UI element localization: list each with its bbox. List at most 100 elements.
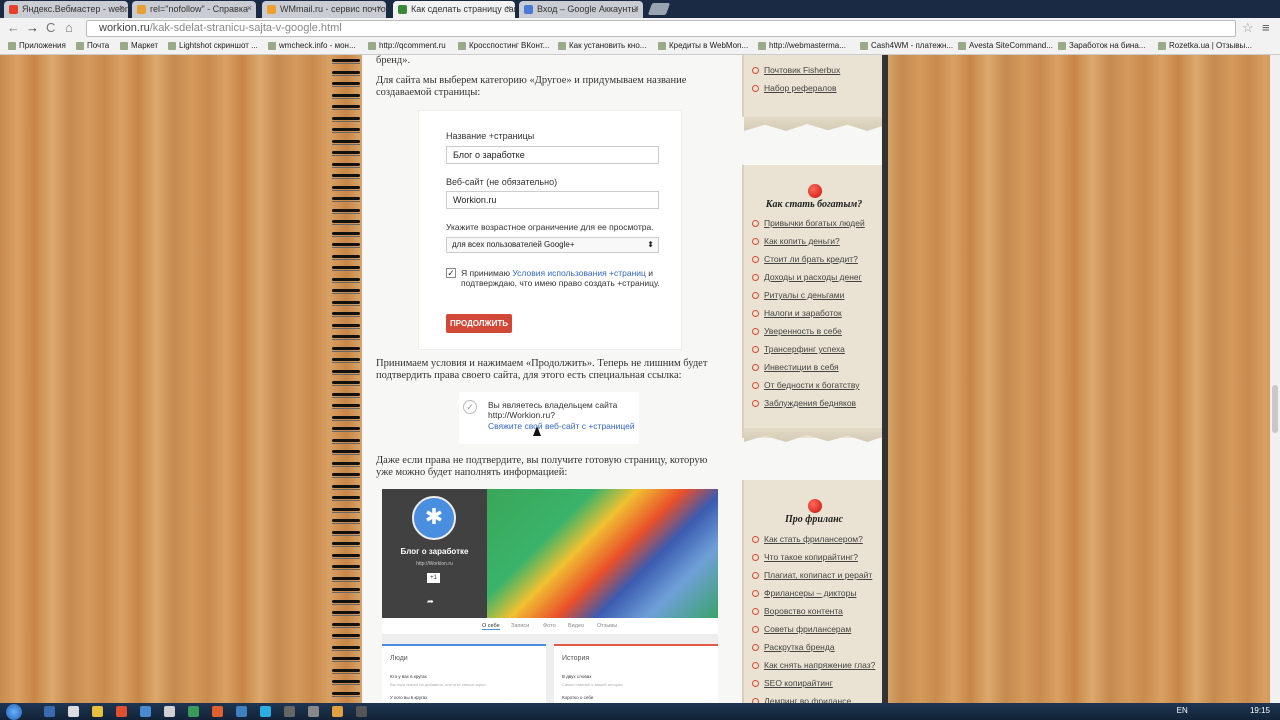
browser-tab[interactable]: Яндекс.Вебмастер - webm × [4,1,128,18]
spiral-ring [332,369,360,375]
taskbar-app-icon[interactable] [140,706,151,717]
sidebar-link[interactable]: Доходы и расходы денег [764,272,862,282]
sidebar-link[interactable]: Фрилансеры – дикторы [764,588,856,598]
bookmark-label: http://webmasterma... [769,41,846,50]
language-indicator[interactable]: EN [1177,706,1188,715]
link-site-link[interactable]: Свяжите свой веб-сайт с +страницей [488,421,635,431]
address-bar[interactable]: workion.ru/kak-sdelat-stranicu-sajta-v-g… [86,20,1236,37]
close-tab-icon[interactable]: × [506,3,511,13]
sidebar-link[interactable]: Инвестиции в себя [764,362,839,372]
website-input[interactable]: Workion.ru [446,191,659,209]
taskbar-app-icon[interactable] [236,706,247,717]
bookmark-item[interactable]: Lightshot скриншот ... [168,41,258,50]
scrollbar[interactable] [1270,55,1280,703]
browser-tab[interactable]: Как сделать страницу сай × [393,1,515,18]
bookmark-item[interactable]: Почта [76,41,109,50]
bookmark-item[interactable]: wmcheck.info - мон... [268,41,356,50]
bookmark-item[interactable]: Rozetka.ua | Отзывы... [1158,41,1252,50]
freelance-block: Про фриланс Как стать фрилансером? Что та… [742,480,882,706]
sidebar-link[interactable]: Привычки богатых людей [764,218,865,228]
bookmark-item[interactable]: Заработок на бина... [1058,41,1145,50]
bookmark-item[interactable]: Кредиты в WebMon... [658,41,748,50]
bookmark-star-icon[interactable]: ☆ [1242,20,1254,36]
browser-tab[interactable]: Вход – Google Аккаунты × [519,1,643,18]
sidebar-link[interactable]: Почтовик Fisherbux [764,65,840,75]
spiral-ring [332,197,360,202]
continue-button[interactable]: ПРОДОЛЖИТЬ [446,314,512,333]
page-name-input[interactable]: Блог о заработке [446,146,659,164]
taskbar-app-icon[interactable] [188,706,199,717]
spiral-ring [332,519,360,524]
bookmark-item[interactable]: Кросспостинг ВКонт... [458,41,549,50]
taskbar-app-icon[interactable] [92,706,103,717]
sidebar-link[interactable]: Стоит ли брать кредит? [764,254,858,264]
taskbar-app-icon[interactable] [284,706,295,717]
bookmark-item[interactable]: http://qcomment.ru [368,41,446,50]
browser-tab[interactable]: WMmail.ru - сервис почто × [262,1,386,18]
sidebar-link[interactable]: Что такое копирайтинг? [764,552,858,562]
bookmark-item[interactable]: Маркет [120,41,158,50]
bookmark-item[interactable]: Cash4WM - платежн... [860,41,953,50]
taskbar-app-icon[interactable] [356,706,367,717]
tab-label: Вход – Google Аккаунты [537,4,638,14]
tab-label: Как сделать страницу сай [411,4,515,14]
sidebar-link[interactable]: SEO копирайтинг [764,678,833,688]
taskbar-app-icon[interactable] [260,706,271,717]
taskbar-app-icon[interactable] [44,706,55,717]
sidebar-link[interactable]: Раскрутка бренда [764,642,835,652]
taskbar-app-icon[interactable] [212,706,223,717]
sidebar-link[interactable]: Воровство контента [764,606,843,616]
taskbar-app-icon[interactable] [164,706,175,717]
bookmark-item[interactable]: Как установить кно... [558,41,646,50]
browser-tab[interactable]: rel="nofollow" - Справка × [132,1,256,18]
taskbar-app-icon[interactable] [116,706,127,717]
close-tab-icon[interactable]: × [634,3,639,13]
preview-page-name: Блог о заработке [400,547,469,556]
sidebar-link[interactable]: Набор рефералов [764,83,836,93]
clock[interactable]: 19:15 [1250,706,1270,715]
sidebar-link[interactable]: Трансерфинг успеха [764,344,845,354]
bookmark-icon [8,42,16,50]
sidebar-link[interactable]: Налоги и заработок [764,308,842,318]
agree-checkbox[interactable]: ✓ [446,268,456,278]
url-path: /kak-sdelat-stranicu-sajta-v-google.html [149,22,342,34]
taskbar-app-icon[interactable] [308,706,319,717]
menu-icon[interactable]: ≡ [1262,20,1270,36]
bullet-icon [752,346,759,353]
scrollbar-thumb[interactable] [1272,385,1278,433]
sidebar-link[interactable]: От бедности к богатству [764,380,859,390]
age-select[interactable]: для всех пользователей Google+ ⬍ [446,237,659,253]
home-icon[interactable]: ⌂ [65,20,73,36]
close-tab-icon[interactable]: × [377,3,382,13]
sidebar-link[interactable]: Заблуждения бедняков [764,398,856,408]
sidebar-link[interactable]: Как стать фрилансером? [764,534,863,544]
bookmark-item[interactable]: http://webmasterma... [758,41,846,50]
tab-label: WMmail.ru - сервис почто [280,4,386,14]
bookmark-item[interactable]: Приложения [8,41,66,50]
page-edge [882,55,888,703]
forward-icon[interactable]: → [26,20,39,36]
terms-link[interactable]: Условия использования +страниц [512,268,646,278]
bullet-icon [752,310,759,317]
spiral-ring [332,266,360,271]
bookmark-item[interactable]: Avesta SiteCommand... [958,41,1053,50]
sidebar-link[interactable]: Советы фрилансерам [764,624,851,634]
back-icon[interactable]: ← [7,20,20,36]
close-tab-icon[interactable]: × [119,3,124,13]
taskbar-app-icon[interactable] [68,706,79,717]
sidebar-link[interactable]: Ритуалы с деньгами [764,290,844,300]
bookmark-icon [1058,42,1066,50]
sidebar-link[interactable]: Как снять напряжение глаз? [764,660,875,670]
bookmark-label: http://qcomment.ru [379,41,446,50]
people-title: Люди [390,655,408,662]
reload-icon[interactable]: C [46,20,55,36]
sidebar-link[interactable]: Плагиат, копипаст и рерайт [764,570,872,580]
sidebar-link[interactable]: Уверенность в себе [764,326,842,336]
age-select-value: для всех пользователей Google+ [452,240,575,249]
spiral-ring [332,680,360,685]
close-tab-icon[interactable]: × [247,3,252,13]
intro-tail: бренд». [376,55,411,66]
sidebar-link[interactable]: Как копить деньги? [764,236,840,246]
start-button[interactable] [6,704,22,720]
taskbar-app-icon[interactable] [332,706,343,717]
